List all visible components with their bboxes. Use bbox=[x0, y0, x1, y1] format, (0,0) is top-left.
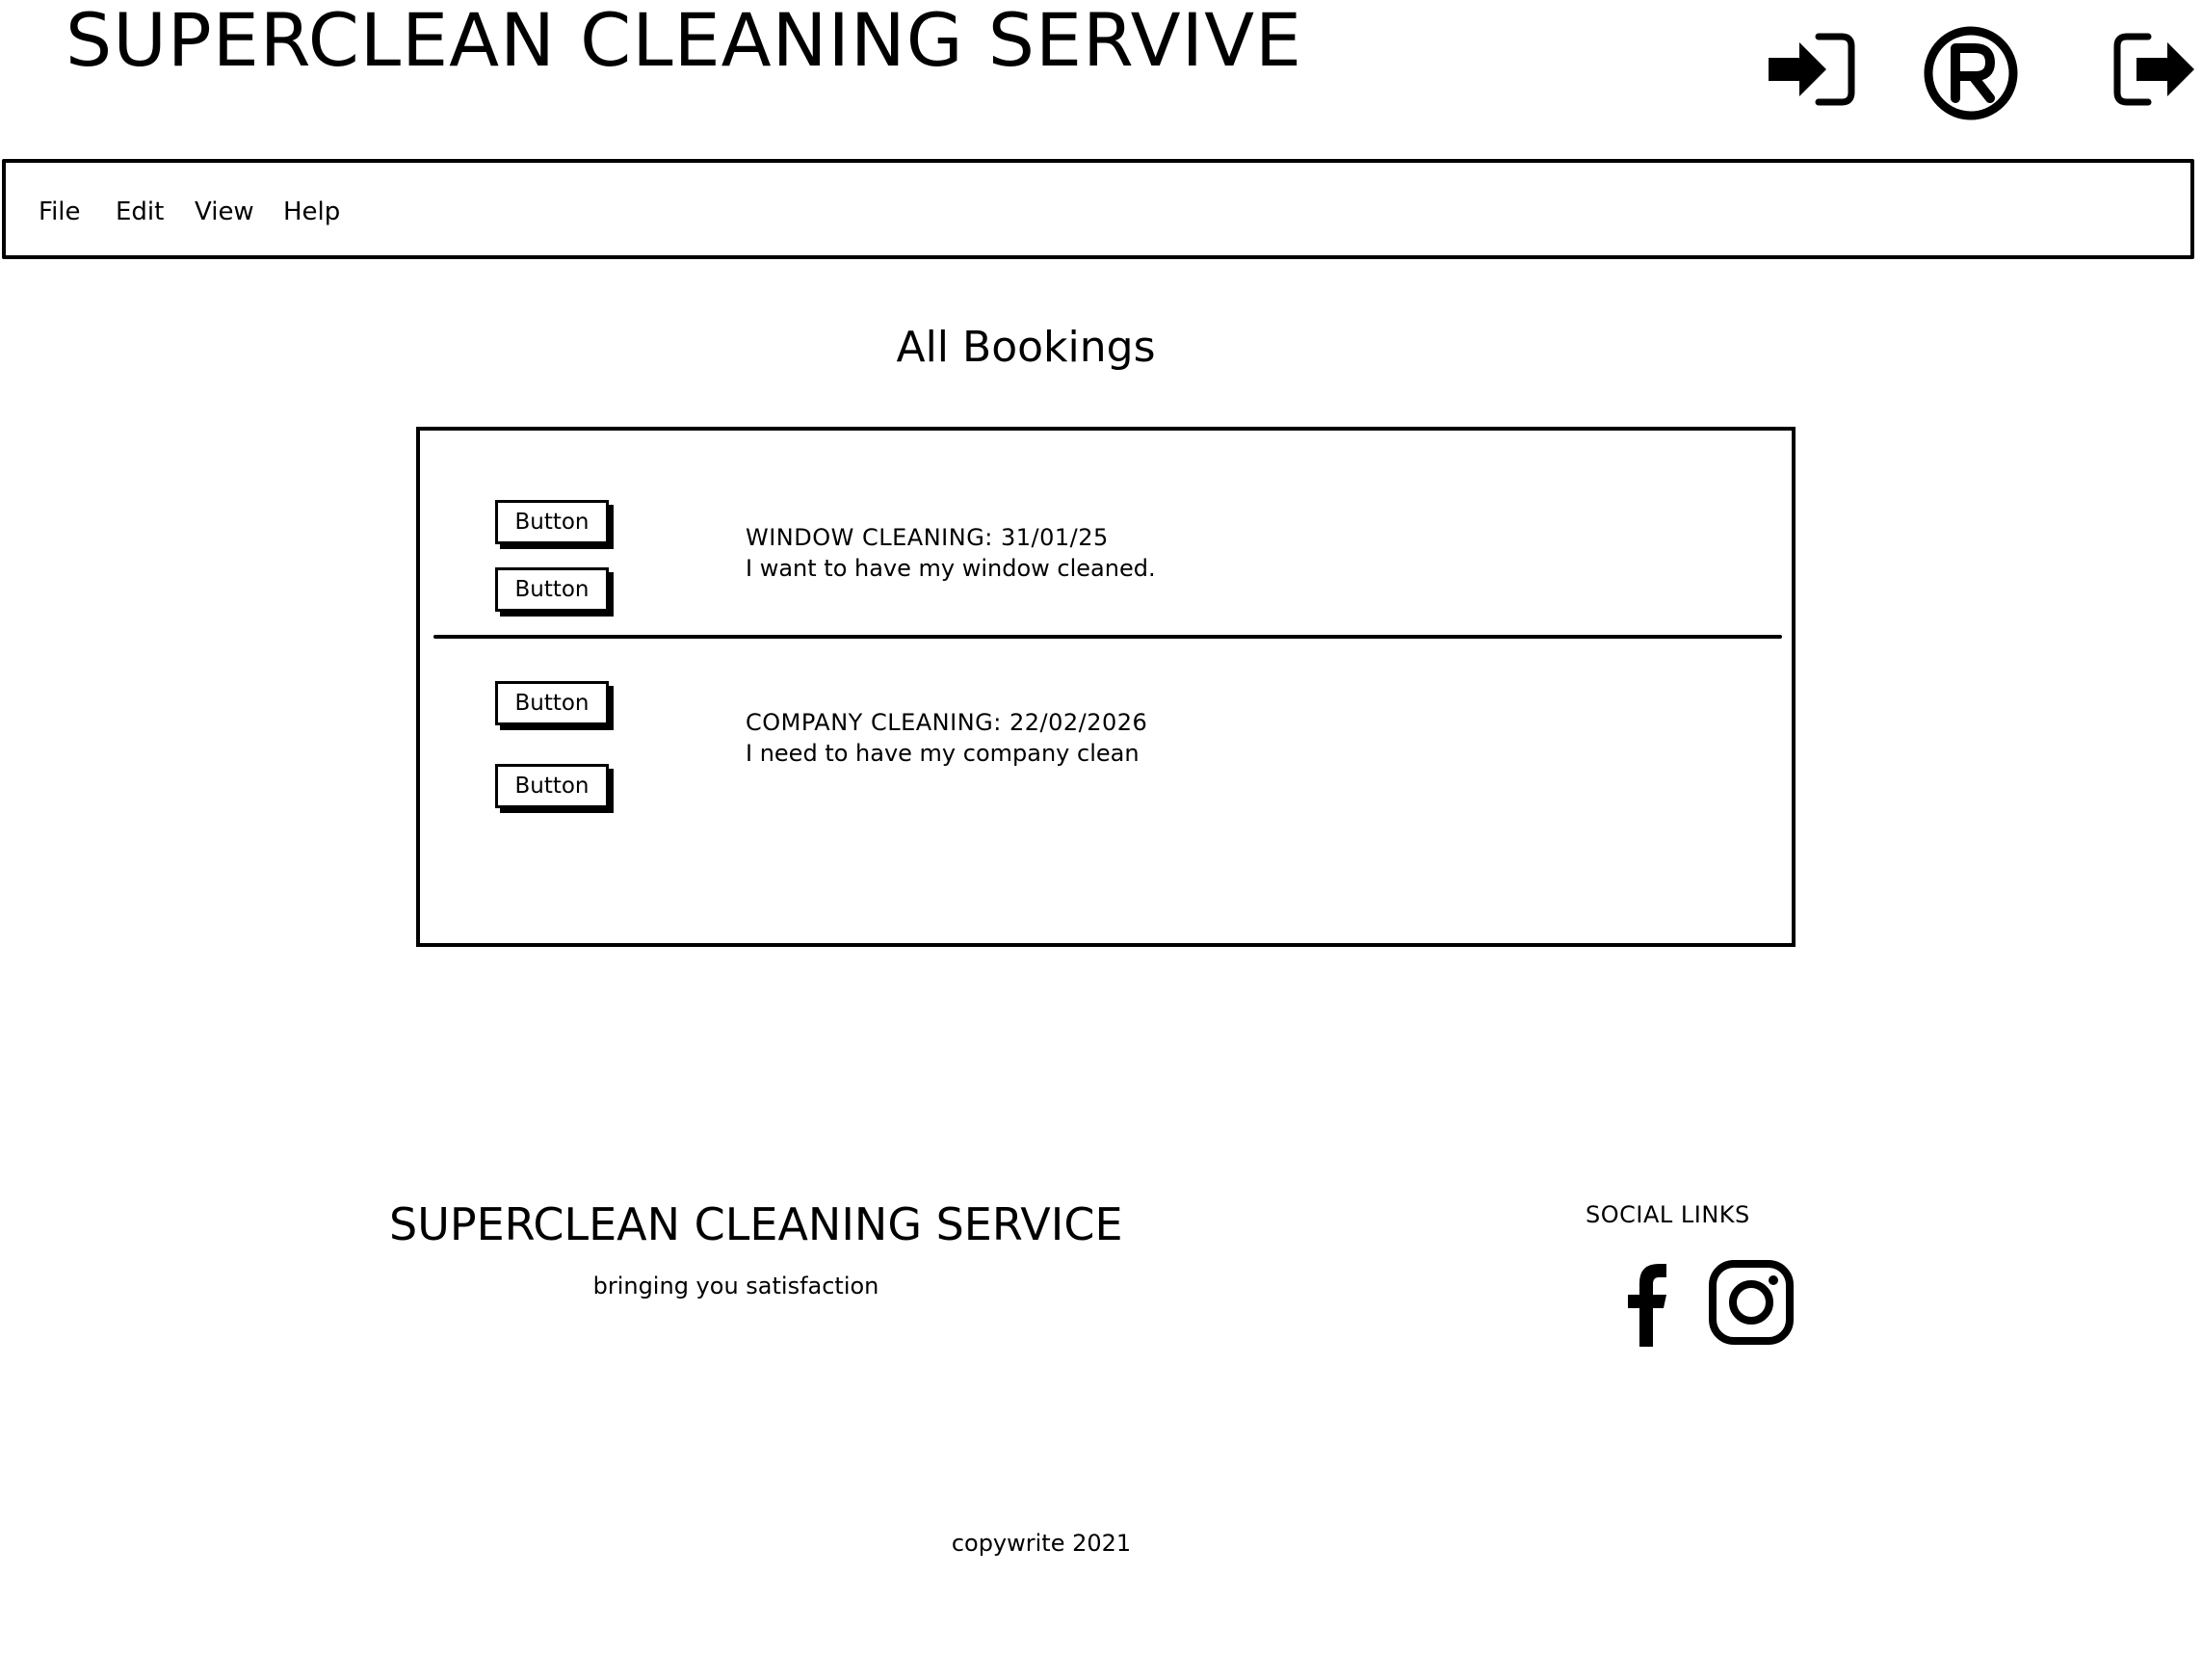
booking-2-button-1[interactable]: Button bbox=[495, 681, 609, 725]
page-heading: All Bookings bbox=[896, 323, 1156, 372]
footer-brand: SUPERCLEAN CLEANING SERVICE bbox=[389, 1198, 1123, 1250]
site-title: SUPERCLEAN CLEANING SERVIVE bbox=[66, 0, 1303, 83]
booking-1-button-2[interactable]: Button bbox=[495, 567, 609, 612]
menu-item-help[interactable]: Help bbox=[283, 197, 340, 226]
footer-tagline: bringing you satisfaction bbox=[592, 1273, 879, 1299]
booking-1-title: WINDOW CLEANING: 31/01/25 bbox=[746, 524, 1109, 551]
copyright-text: copywrite 2021 bbox=[951, 1530, 1132, 1557]
logout-icon[interactable] bbox=[2108, 25, 2202, 121]
social-links-heading: SOCIAL LINKS bbox=[1586, 1201, 1750, 1228]
booking-divider bbox=[433, 635, 1782, 639]
booking-2-description: I need to have my company clean bbox=[746, 740, 1140, 767]
menu-bar: File Edit View Help bbox=[2, 159, 2194, 259]
facebook-icon[interactable] bbox=[1603, 1258, 1691, 1347]
instagram-icon[interactable] bbox=[1707, 1258, 1796, 1347]
booking-2-button-2[interactable]: Button bbox=[495, 764, 609, 808]
booking-2-title: COMPANY CLEANING: 22/02/2026 bbox=[746, 709, 1148, 736]
bookings-panel bbox=[416, 427, 1796, 947]
booking-1-description: I want to have my window cleaned. bbox=[746, 555, 1156, 582]
login-icon[interactable] bbox=[1763, 25, 1859, 121]
menu-item-view[interactable]: View bbox=[195, 197, 254, 226]
booking-1-button-1[interactable]: Button bbox=[495, 500, 609, 544]
registered-icon[interactable] bbox=[1923, 25, 2019, 121]
menu-item-file[interactable]: File bbox=[39, 197, 81, 226]
menu-item-edit[interactable]: Edit bbox=[116, 197, 164, 226]
